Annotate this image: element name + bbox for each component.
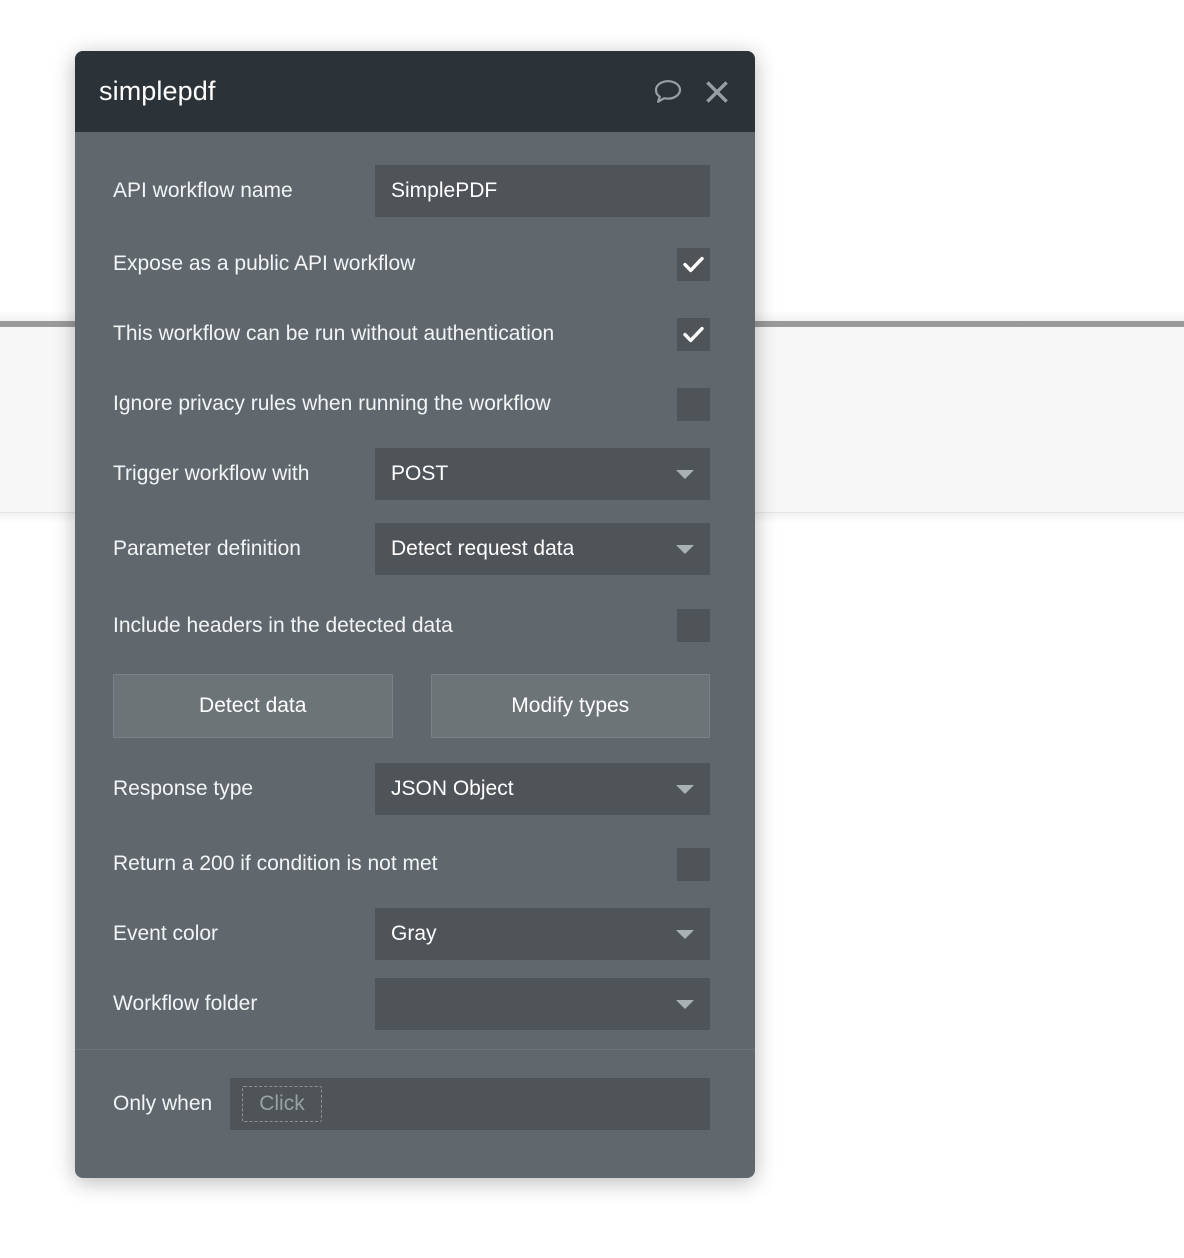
api-workflow-settings-dialog: simplepdf API workflow name SimplePDF Ex…: [75, 51, 755, 1178]
trigger-workflow-with-value: POST: [391, 462, 449, 485]
parameter-definition-value: Detect request data: [391, 536, 575, 560]
row-include-headers: Include headers in the detected data: [75, 588, 755, 663]
row-return-200: Return a 200 if condition is not met: [75, 829, 755, 899]
dialog-footer: Only when Click: [75, 1049, 755, 1135]
trigger-workflow-with-dropdown[interactable]: POST: [375, 448, 710, 500]
label-only-when: Only when: [113, 1092, 213, 1115]
label-return-200: Return a 200 if condition is not met: [113, 852, 438, 875]
label-run-without-authentication: This workflow can be run without authent…: [113, 322, 555, 345]
chevron-down-icon: [676, 930, 694, 939]
chevron-down-icon: [676, 785, 694, 794]
row-response-type: Response type JSON Object: [75, 749, 755, 829]
label-parameter-definition: Parameter definition: [113, 536, 301, 560]
label-include-headers: Include headers in the detected data: [113, 613, 453, 637]
workflow-folder-dropdown[interactable]: [375, 978, 710, 1030]
event-color-value: Gray: [391, 922, 437, 945]
label-ignore-privacy-rules: Ignore privacy rules when running the wo…: [113, 392, 551, 415]
close-icon[interactable]: [703, 78, 731, 106]
checkbox-ignore-privacy-rules[interactable]: [677, 387, 710, 421]
chevron-down-icon: [676, 1000, 694, 1009]
label-expose-public-api: Expose as a public API workflow: [113, 252, 416, 275]
label-event-color: Event color: [113, 922, 219, 945]
row-trigger-workflow-with: Trigger workflow with POST: [75, 439, 755, 509]
row-only-when: Only when Click: [75, 1073, 755, 1135]
event-color-dropdown[interactable]: Gray: [375, 908, 710, 960]
chevron-down-icon: [676, 470, 694, 479]
chevron-down-icon: [676, 544, 694, 554]
checkbox-expose-public-api[interactable]: [677, 247, 710, 281]
dialog-body: API workflow name SimplePDF Expose as a …: [75, 132, 755, 1135]
row-expose-public-api: Expose as a public API workflow: [75, 229, 755, 299]
row-workflow-folder: Workflow folder: [75, 969, 755, 1039]
modify-types-button[interactable]: Modify types: [430, 674, 710, 738]
detect-data-button[interactable]: Detect data: [113, 674, 393, 738]
row-parameter-definition: Parameter definition Detect request data: [75, 509, 755, 588]
api-workflow-name-value: SimplePDF: [391, 179, 498, 202]
response-type-dropdown[interactable]: JSON Object: [375, 763, 710, 815]
comment-bubble-icon[interactable]: [653, 78, 683, 106]
row-ignore-privacy-rules: Ignore privacy rules when running the wo…: [75, 369, 755, 439]
parameter-definition-dropdown[interactable]: Detect request data: [375, 522, 710, 575]
checkbox-return-200[interactable]: [677, 847, 710, 881]
row-data-buttons: Detect data Modify types: [75, 663, 755, 749]
row-api-workflow-name: API workflow name SimplePDF: [75, 153, 755, 229]
label-workflow-folder: Workflow folder: [113, 992, 258, 1015]
row-event-color: Event color Gray: [75, 899, 755, 969]
api-workflow-name-input[interactable]: SimplePDF: [375, 165, 710, 217]
row-run-without-authentication: This workflow can be run without authent…: [75, 299, 755, 369]
dialog-header: simplepdf: [75, 51, 755, 132]
dialog-title: simplepdf: [99, 76, 216, 106]
checkbox-run-without-authentication[interactable]: [677, 317, 710, 351]
checkbox-include-headers[interactable]: [677, 609, 710, 642]
label-api-workflow-name: API workflow name: [113, 179, 293, 202]
label-response-type: Response type: [113, 777, 254, 800]
only-when-field[interactable]: Click: [230, 1078, 710, 1130]
label-trigger-workflow-with: Trigger workflow with: [113, 462, 310, 485]
only-when-click-placeholder[interactable]: Click: [242, 1086, 322, 1122]
response-type-value: JSON Object: [391, 777, 514, 800]
